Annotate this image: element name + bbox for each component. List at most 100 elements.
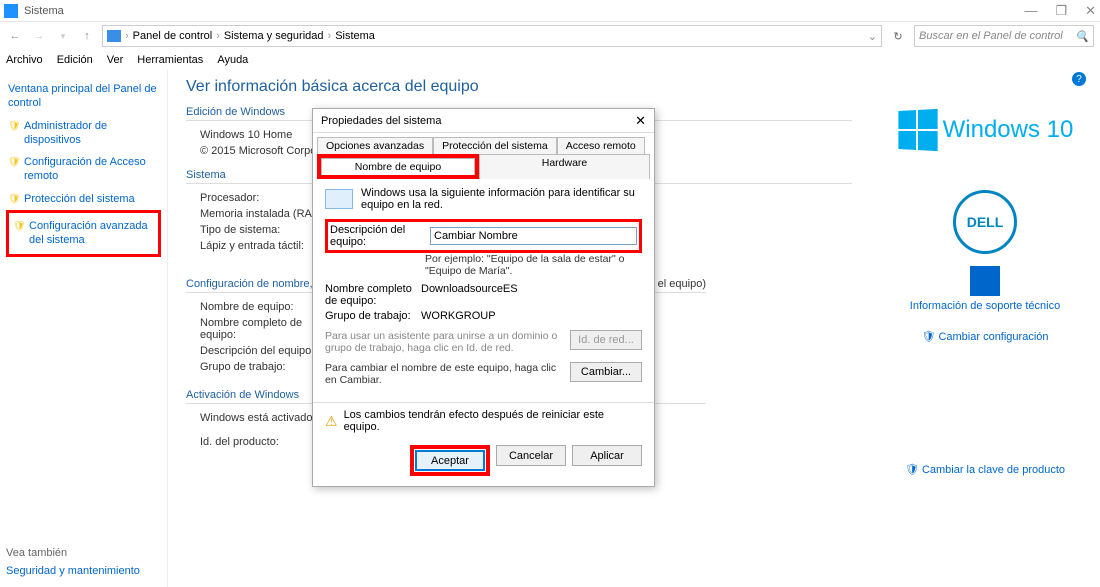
support-link[interactable]: Información de soporte técnico xyxy=(880,300,1090,312)
menu-archivo[interactable]: Archivo xyxy=(6,54,43,66)
highlight-box: Descripción del equipo: xyxy=(325,219,642,253)
windows-logo-text: Windows 10 xyxy=(943,116,1074,144)
window-title: Sistema xyxy=(24,5,64,17)
label-workgroup: Grupo de trabajo: xyxy=(325,310,421,322)
sidebar-item-label: Configuración de Acceso remoto xyxy=(24,155,159,184)
wizard-text: Para usar un asistente para unirse a un … xyxy=(325,330,562,354)
apply-button[interactable]: Aplicar xyxy=(572,445,642,466)
label-workgroup: Grupo de trabajo: xyxy=(200,361,330,373)
search-input[interactable]: Buscar en el Panel de control 🔍 xyxy=(914,25,1094,47)
label-product-id: Id. del producto: xyxy=(200,436,330,448)
change-config-link[interactable]: 🛡 Cambiar configuración xyxy=(880,330,1090,343)
search-icon: 🔍 xyxy=(1075,30,1089,43)
os-name: Windows 10 Home xyxy=(200,129,292,141)
example-text: Por ejemplo: "Equipo de la sala de estar… xyxy=(425,253,642,277)
window-titlebar: Sistema — ❐ ✕ xyxy=(0,0,1100,22)
shield-icon: 🛡 xyxy=(905,463,919,476)
value-full-name: DownloadsourceES xyxy=(421,283,518,307)
label-pcname: Nombre de equipo: xyxy=(200,301,330,313)
label-type: Tipo de sistema: xyxy=(200,224,330,236)
tab-computer-name[interactable]: Nombre de equipo xyxy=(321,158,475,175)
menu-herramientas[interactable]: Herramientas xyxy=(137,54,203,66)
sidebar: Ventana principal del Panel de control A… xyxy=(0,70,168,587)
help-icon[interactable]: ? xyxy=(1072,72,1086,86)
system-properties-dialog: Propiedades del sistema ✕ Opciones avanz… xyxy=(312,108,655,487)
close-button[interactable]: ✕ xyxy=(1085,3,1096,19)
sidebar-item-label: Configuración avanzada del sistema xyxy=(29,219,154,248)
label-fullname: Nombre completo de equipo: xyxy=(200,317,330,341)
shield-icon xyxy=(8,119,20,131)
highlight-box: Nombre de equipo xyxy=(317,154,479,179)
dialog-close-button[interactable]: ✕ xyxy=(635,113,646,129)
sidebar-item-devices[interactable]: Administrador de dispositivos xyxy=(6,115,161,152)
label-description: Descripción del equipo: xyxy=(330,224,426,248)
tab-hardware[interactable]: Hardware xyxy=(479,154,650,179)
tab-advanced[interactable]: Opciones avanzadas xyxy=(317,137,433,154)
menu-ayuda[interactable]: Ayuda xyxy=(217,54,248,66)
label-full-name: Nombre completo de equipo: xyxy=(325,283,421,307)
menu-edicion[interactable]: Edición xyxy=(57,54,93,66)
label-pen: Lápiz y entrada táctil: xyxy=(200,240,330,252)
brand-column: Windows 10 DELL Información de soporte t… xyxy=(870,70,1100,587)
address-bar: ← → ▾ ↑ › Panel de control › Sistema y s… xyxy=(0,22,1100,50)
dialog-title: Propiedades del sistema xyxy=(321,115,441,127)
highlight-box: Configuración avanzada del sistema xyxy=(6,210,161,257)
highlight-box: Aceptar xyxy=(410,445,490,476)
shield-icon xyxy=(13,219,25,231)
app-icon xyxy=(4,4,18,18)
forward-button[interactable]: → xyxy=(30,27,48,45)
breadcrumb-item[interactable]: Panel de control xyxy=(133,30,213,42)
energy-star-icon xyxy=(970,266,1000,296)
warning-text: Los cambios tendrán efecto después de re… xyxy=(344,409,642,433)
network-id-button[interactable]: Id. de red... xyxy=(570,330,642,350)
tab-remote[interactable]: Acceso remoto xyxy=(557,137,645,154)
dell-logo: DELL xyxy=(953,190,1017,254)
value-workgroup: WORKGROUP xyxy=(421,310,496,322)
change-key-link[interactable]: 🛡 Cambiar la clave de producto xyxy=(880,463,1090,476)
windows-logo: Windows 10 xyxy=(880,110,1090,150)
minimize-button[interactable]: — xyxy=(1024,3,1037,19)
back-button[interactable]: ← xyxy=(6,27,24,45)
breadcrumb-dropdown-icon[interactable]: ⌄ xyxy=(868,30,877,43)
shield-icon xyxy=(8,192,20,204)
breadcrumb[interactable]: › Panel de control › Sistema y seguridad… xyxy=(102,25,882,47)
breadcrumb-item[interactable]: Sistema xyxy=(335,30,375,42)
accept-button[interactable]: Aceptar xyxy=(415,450,485,471)
sidebar-item-label: Ventana principal del Panel de control xyxy=(8,82,159,111)
sidebar-item-advanced[interactable]: Configuración avanzada del sistema xyxy=(11,215,156,252)
dialog-titlebar: Propiedades del sistema ✕ xyxy=(313,109,654,133)
change-text: Para cambiar el nombre de este equipo, h… xyxy=(325,362,562,386)
sidebar-item-protection[interactable]: Protección del sistema xyxy=(6,188,161,210)
up-button[interactable]: ↑ xyxy=(78,27,96,45)
label-desc: Descripción del equipo: xyxy=(200,345,330,357)
menu-ver[interactable]: Ver xyxy=(107,54,124,66)
breadcrumb-item[interactable]: Sistema y seguridad xyxy=(224,30,324,42)
search-placeholder: Buscar en el Panel de control xyxy=(919,30,1063,42)
see-also-heading: Vea también xyxy=(6,547,161,559)
shield-icon: 🛡 xyxy=(921,330,935,343)
shield-icon xyxy=(8,155,20,167)
cancel-button[interactable]: Cancelar xyxy=(496,445,566,466)
sidebar-item-remote[interactable]: Configuración de Acceso remoto xyxy=(6,151,161,188)
recent-dropdown[interactable]: ▾ xyxy=(54,27,72,45)
computer-icon xyxy=(325,189,353,209)
menu-bar: Archivo Edición Ver Herramientas Ayuda xyxy=(0,50,1100,70)
maximize-button[interactable]: ❐ xyxy=(1055,3,1067,19)
page-title: Ver información básica acerca del equipo xyxy=(186,78,852,96)
copyright: © 2015 Microsoft Corpo xyxy=(200,145,316,157)
description-input[interactable] xyxy=(430,227,637,245)
warning-icon: ⚠ xyxy=(325,413,338,430)
label-activated: Windows está activado xyxy=(200,412,330,424)
change-button[interactable]: Cambiar... xyxy=(570,362,642,382)
info-text: Windows usa la siguiente información par… xyxy=(361,187,642,211)
label-ram: Memoria instalada (RAM xyxy=(200,208,330,220)
label-processor: Procesador: xyxy=(200,192,330,204)
sidebar-item-label: Administrador de dispositivos xyxy=(24,119,159,148)
pc-icon xyxy=(107,30,121,42)
tab-protection[interactable]: Protección del sistema xyxy=(433,137,557,154)
sidebar-security-link[interactable]: Seguridad y mantenimiento xyxy=(6,565,161,577)
suffix-text: el equipo) xyxy=(658,278,706,290)
sidebar-item-home[interactable]: Ventana principal del Panel de control xyxy=(6,78,161,115)
sidebar-item-label: Protección del sistema xyxy=(24,192,135,206)
refresh-button[interactable]: ↻ xyxy=(888,30,908,43)
